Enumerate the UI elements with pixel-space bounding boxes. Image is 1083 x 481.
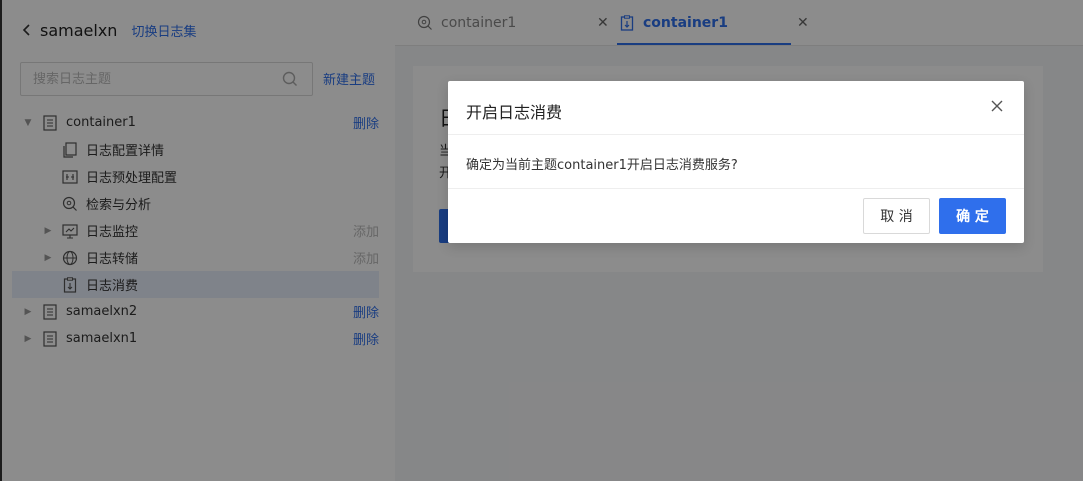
dialog-body: 确定为当前主题container1开启日志消费服务? <box>448 135 1024 189</box>
dialog-footer: 取 消 确 定 <box>448 189 1024 243</box>
confirm-dialog: 开启日志消费 确定为当前主题container1开启日志消费服务? 取 消 确 … <box>448 81 1024 243</box>
confirm-button[interactable]: 确 定 <box>939 198 1006 234</box>
cancel-button[interactable]: 取 消 <box>863 198 930 234</box>
dialog-header: 开启日志消费 <box>448 81 1024 135</box>
dialog-message: 确定为当前主题container1开启日志消费服务? <box>466 158 738 173</box>
close-icon[interactable] <box>988 97 1006 115</box>
dialog-title: 开启日志消费 <box>466 103 563 122</box>
